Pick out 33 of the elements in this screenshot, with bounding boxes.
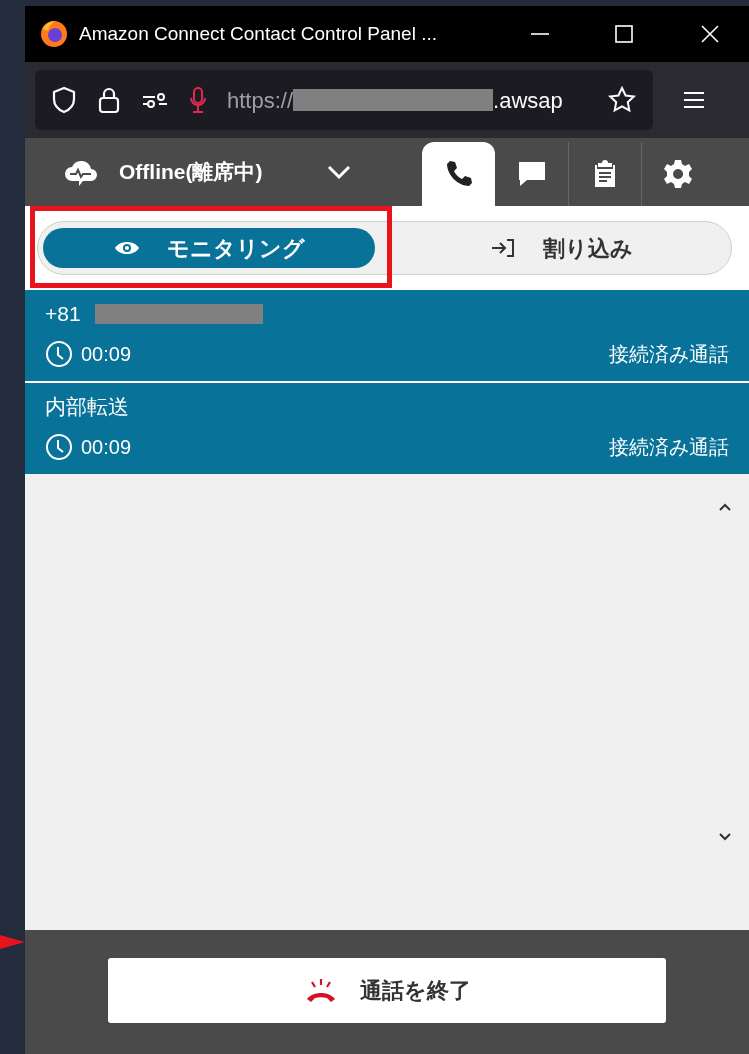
settings-icon [662,158,695,190]
arrow-pointer-icon [0,933,25,951]
url-text: .awsap [493,86,563,115]
clock-icon [45,340,73,368]
end-call-button[interactable]: 通話を終了 [108,957,666,1023]
call-timer: 00:09 [81,435,132,460]
mode-tab[interactable]: 割り込み [395,228,726,268]
clock-icon [45,433,73,461]
scroll-down-icon[interactable] [718,832,732,842]
contact-row[interactable]: +81 00:09 接続済み通話 [25,290,749,381]
scroll-up-icon[interactable] [718,502,732,512]
menu-icon[interactable] [682,90,706,110]
url-text: https:// [227,86,294,115]
call-timer: 00:09 [81,342,132,367]
browser-logo-icon [39,19,69,49]
call-state: 接続済み通話 [609,435,729,460]
chevron-down-icon[interactable] [326,164,353,180]
address-bar[interactable]: https:// .awsap [35,70,653,130]
permissions-icon[interactable] [141,90,169,110]
mode-tab[interactable]: モニタリング [43,228,375,268]
shield-icon[interactable] [51,86,77,114]
contact-row[interactable]: 内部転送 00:09 接続済み通話 [25,383,749,474]
tab[interactable] [422,142,496,206]
window-title: Amazon Connect Contact Control Panel ... [79,21,438,46]
contact-name: +81 [45,301,81,328]
microphone-icon[interactable] [189,86,207,114]
close-icon[interactable] [699,23,721,45]
maximize-icon[interactable] [613,23,635,45]
contact-name: 内部転送 [45,394,129,421]
status-label[interactable]: Offline(離席中) [119,156,263,188]
star-icon[interactable] [607,85,637,115]
lock-icon[interactable] [97,86,121,114]
call-state: 接続済み通話 [609,342,729,367]
